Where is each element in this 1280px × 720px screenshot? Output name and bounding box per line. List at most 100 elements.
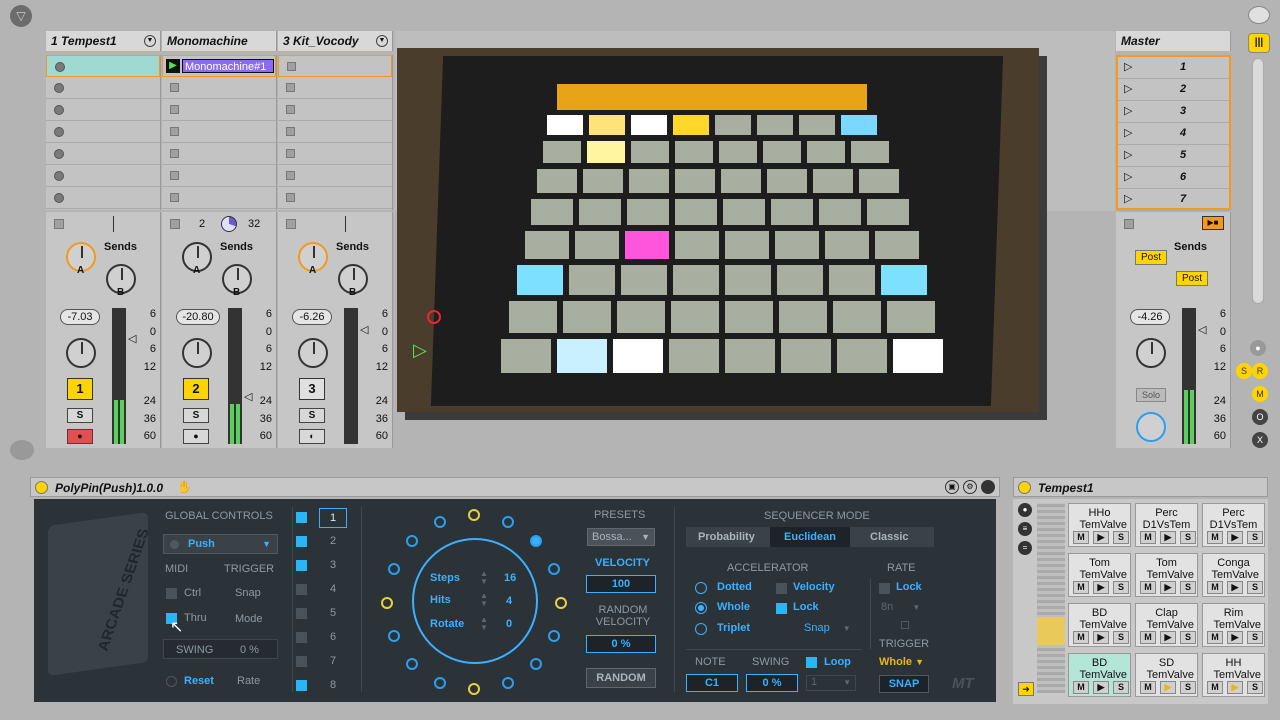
crossfader-toggle-icon[interactable]: O — [1252, 409, 1268, 425]
settings-icon[interactable]: ⚙ — [963, 480, 977, 494]
pad-mute-button[interactable]: M — [1140, 531, 1156, 544]
track-header-2[interactable]: Monomachine — [162, 31, 277, 51]
step-dot[interactable] — [502, 677, 514, 689]
overview-icon[interactable]: ▶■ — [1202, 216, 1224, 230]
ctrl-checkbox[interactable] — [166, 588, 177, 599]
volume-readout[interactable]: -4.26 — [1130, 309, 1170, 325]
pad-solo-button[interactable]: S — [1247, 531, 1263, 544]
clip-slot[interactable] — [46, 143, 160, 165]
triplet-radio[interactable] — [695, 623, 707, 635]
steps-stepper-icon[interactable]: ▲ ▼ — [480, 570, 488, 586]
clip-slot[interactable] — [278, 55, 392, 77]
step-dot[interactable] — [555, 597, 567, 609]
clip-slot[interactable] — [46, 187, 160, 209]
snap-button[interactable]: SNAP — [879, 675, 929, 693]
reset-led[interactable] — [166, 676, 177, 687]
step-dot[interactable] — [468, 509, 480, 521]
whole-radio[interactable] — [695, 602, 707, 614]
hits-value[interactable]: 4 — [506, 595, 512, 607]
pad-solo-button[interactable]: S — [1247, 581, 1263, 594]
step-dot[interactable] — [406, 658, 418, 670]
browser-toggle-icon[interactable] — [10, 440, 34, 460]
drum-rack-power-icon[interactable] — [1018, 481, 1031, 494]
preset-select[interactable]: Bossa... ▼ — [587, 528, 655, 546]
track-button-6[interactable]: 6 — [319, 628, 347, 648]
pad-solo-button[interactable]: S — [1247, 681, 1263, 694]
swing-box[interactable]: SWING 0 % — [163, 639, 278, 659]
scene-play-icon[interactable]: ▷ — [1124, 126, 1132, 139]
step-dot[interactable] — [502, 516, 514, 528]
stop-clip-button[interactable] — [286, 219, 296, 229]
drum-pad[interactable]: SD TemValve M ▶ S — [1135, 653, 1198, 697]
pad-play-button[interactable]: ▶ — [1160, 581, 1176, 594]
track-button-2[interactable]: 2 — [319, 532, 347, 552]
tab-classic[interactable]: Classic — [870, 531, 909, 543]
delay-toggle-icon[interactable]: X — [1252, 432, 1268, 448]
clip-slot[interactable] — [162, 143, 276, 165]
scene-launch[interactable]: ▷ 3 — [1118, 101, 1229, 123]
solo-button[interactable]: S — [299, 408, 325, 423]
acc-velocity-checkbox[interactable] — [776, 583, 787, 594]
drum-pad[interactable]: HH TemValve M ▶ S — [1202, 653, 1265, 697]
pad-mute-button[interactable]: M — [1073, 631, 1089, 644]
track-button-7[interactable]: 7 — [319, 652, 347, 672]
scene-play-icon[interactable]: ▷ — [1124, 104, 1132, 117]
clip-slot[interactable] — [162, 99, 276, 121]
trigger-select[interactable]: Whole ▼ — [879, 656, 924, 668]
clip-slot[interactable] — [46, 77, 160, 99]
scene-launch[interactable]: ▷ 2 — [1118, 79, 1229, 101]
io-toggle-icon[interactable]: ● — [1250, 340, 1266, 356]
macro-toggle-icon[interactable]: ≡ — [1018, 522, 1032, 536]
rotate-value[interactable]: 0 — [506, 618, 512, 630]
pad-solo-button[interactable]: S — [1113, 581, 1129, 594]
clip-slot[interactable] — [278, 77, 392, 99]
pad-mute-button[interactable]: M — [1073, 681, 1089, 694]
pad-mute-button[interactable]: M — [1140, 581, 1156, 594]
cue-volume-knob[interactable] — [1136, 412, 1166, 442]
mixer-toggle-icon[interactable]: M — [1252, 386, 1268, 402]
clip-slot[interactable] — [278, 121, 392, 143]
track-button-8[interactable]: 8 — [319, 676, 347, 696]
swing2-field[interactable]: 0 % — [746, 674, 798, 692]
track-button-1[interactable]: 1 — [319, 508, 347, 528]
stop-clip-button[interactable] — [54, 219, 64, 229]
solo-button[interactable]: Solo — [1136, 388, 1166, 402]
chain-toggle-icon[interactable]: ● — [1018, 503, 1032, 517]
scene-play-icon[interactable]: ▷ — [1124, 60, 1132, 73]
track-button-5[interactable]: 5 — [319, 604, 347, 624]
stop-clip-button[interactable] — [170, 219, 180, 229]
track-activator-button[interactable]: 1 — [67, 378, 93, 400]
scene-launch[interactable]: ▷ 1 — [1118, 57, 1229, 79]
pad-play-button[interactable]: ▶ — [1227, 631, 1243, 644]
loop-checkbox[interactable] — [806, 657, 817, 668]
menu-icon[interactable]: ▽ — [10, 5, 32, 27]
pad-play-button[interactable]: ▶ — [1160, 531, 1176, 544]
drum-pad[interactable]: Conga TemValve M ▶ S — [1202, 553, 1265, 597]
rate-select[interactable]: Rate — [237, 675, 260, 687]
drum-pad-selected[interactable]: BD TemValve M ▶ S — [1068, 653, 1131, 697]
scene-launch[interactable]: ▷ 5 — [1118, 145, 1229, 167]
pad-mute-button[interactable]: M — [1073, 581, 1089, 594]
step-dot[interactable] — [388, 630, 400, 642]
pad-play-button[interactable]: ▶ — [1227, 681, 1243, 694]
scene-play-icon[interactable]: ▷ — [1124, 82, 1132, 95]
pad-mute-button[interactable]: M — [1207, 581, 1223, 594]
drum-pad[interactable]: Tom TemValve M ▶ S — [1135, 553, 1198, 597]
drum-pad[interactable]: HHo TemValve M ▶ S — [1068, 503, 1131, 547]
pad-mute-button[interactable]: M — [1207, 631, 1223, 644]
acc-lock-checkbox[interactable] — [776, 603, 787, 614]
scene-launch[interactable]: ▷ 7 — [1118, 189, 1229, 211]
push-select[interactable]: Push ▼ — [163, 534, 278, 554]
clip-slot[interactable] — [162, 187, 276, 209]
play-icon[interactable]: ▶ — [166, 59, 180, 73]
track-header-3[interactable]: 3 Kit_Vocody ▼ — [278, 31, 393, 51]
solo-button[interactable]: S — [183, 408, 209, 423]
hot-swap-icon[interactable] — [981, 480, 995, 494]
track-button-3[interactable]: 3 — [319, 556, 347, 576]
drum-pad[interactable]: Perc D1VsTem M ▶ S — [1202, 503, 1265, 547]
clip-slot[interactable] — [46, 99, 160, 121]
pad-solo-button[interactable]: S — [1113, 531, 1129, 544]
arm-button[interactable]: ● — [183, 429, 209, 444]
pad-solo-button[interactable]: S — [1180, 581, 1196, 594]
drum-pad[interactable]: Tom TemValve M ▶ S — [1068, 553, 1131, 597]
